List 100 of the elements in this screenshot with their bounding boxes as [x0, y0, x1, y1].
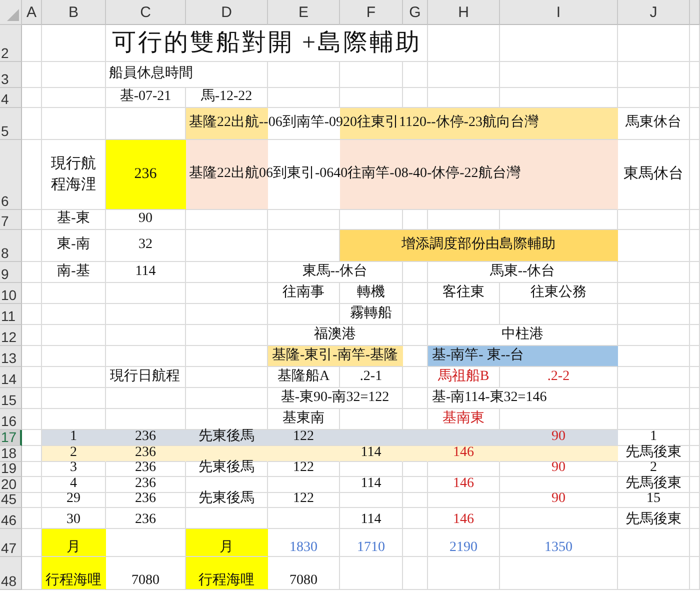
table-cell: [690, 346, 700, 367]
column-header[interactable]: I: [500, 0, 618, 25]
table-cell: [403, 367, 428, 388]
row-header[interactable]: 9: [0, 262, 22, 283]
table-cell: .2-2: [500, 367, 618, 388]
row-header[interactable]: 48: [0, 557, 22, 590]
table-cell: 先馬後東: [618, 477, 690, 493]
table-cell: [22, 493, 42, 508]
table-cell: 146: [428, 508, 500, 529]
table-cell: [42, 108, 106, 140]
table-cell: 船員休息時間: [106, 62, 268, 88]
row-header[interactable]: 4: [0, 88, 22, 108]
row-header[interactable]: 16: [0, 409, 22, 430]
row-header[interactable]: 18: [0, 446, 22, 462]
table-cell: [42, 325, 106, 346]
row-header[interactable]: 7: [0, 210, 22, 230]
table-cell: [690, 88, 700, 108]
table-cell: 東馬休台: [618, 140, 690, 210]
row-header[interactable]: 11: [0, 304, 22, 325]
table-cell: 基隆船A: [268, 367, 340, 388]
table-cell: [618, 409, 690, 430]
row-header[interactable]: 47: [0, 529, 22, 557]
table-cell: [690, 493, 700, 508]
table-cell: [22, 262, 42, 283]
column-header[interactable]: F: [340, 0, 403, 25]
table-cell: 先馬後東: [618, 446, 690, 462]
column-header[interactable]: C: [106, 0, 186, 25]
column-header[interactable]: H: [428, 0, 500, 25]
table-cell: [428, 462, 500, 477]
table-cell: [690, 430, 700, 446]
table-cell: 基隆22出航--06到南竿-0920往東引1120--休停-23航向台灣: [186, 108, 618, 140]
table-cell: [690, 25, 700, 62]
table-cell: [340, 557, 403, 590]
table-cell: [42, 304, 106, 325]
table-cell: 馬東--休台: [428, 262, 618, 283]
table-cell: [618, 230, 690, 262]
table-cell: 146: [428, 446, 500, 462]
table-cell: 7080: [268, 557, 340, 590]
row-header[interactable]: 12: [0, 325, 22, 346]
table-cell: [618, 557, 690, 590]
table-cell: 基-東: [42, 210, 106, 230]
table-cell: 90: [500, 462, 618, 477]
table-cell: [22, 325, 42, 346]
table-cell: [618, 346, 690, 367]
table-cell: [22, 462, 42, 477]
column-header[interactable]: B: [42, 0, 106, 25]
row-header[interactable]: 17: [0, 430, 22, 446]
table-cell: [690, 325, 700, 346]
row-header[interactable]: 45: [0, 493, 22, 508]
table-cell: [42, 388, 106, 409]
table-cell: [618, 304, 690, 325]
table-cell: [22, 304, 42, 325]
row-header[interactable]: 10: [0, 283, 22, 304]
table-cell: 1: [618, 430, 690, 446]
table-cell: 轉機: [340, 283, 403, 304]
table-cell: [22, 62, 42, 88]
row-header[interactable]: 3: [0, 62, 22, 88]
column-header[interactable]: [690, 0, 700, 25]
table-cell: [690, 508, 700, 529]
table-cell: [618, 88, 690, 108]
column-header[interactable]: J: [618, 0, 690, 25]
row-header[interactable]: 15: [0, 388, 22, 409]
column-header[interactable]: E: [268, 0, 340, 25]
row-header[interactable]: 2: [0, 25, 22, 62]
table-cell: [403, 462, 428, 477]
corner-triangle-icon: [7, 9, 19, 21]
table-cell: [268, 62, 340, 88]
table-cell: 先馬後東: [618, 508, 690, 529]
table-cell: [42, 62, 106, 88]
row-header[interactable]: 20: [0, 477, 22, 493]
row-header[interactable]: 14: [0, 367, 22, 388]
row-header[interactable]: 13: [0, 346, 22, 367]
table-cell: 236: [106, 430, 186, 446]
table-cell: 114: [340, 446, 403, 462]
table-cell: 236: [106, 446, 186, 462]
table-cell: [618, 210, 690, 230]
table-cell: .2-1: [340, 367, 403, 388]
column-header[interactable]: D: [186, 0, 268, 25]
table-cell: [690, 529, 700, 557]
table-cell: 馬東休台: [618, 108, 690, 140]
column-header[interactable]: A: [22, 0, 42, 25]
table-cell: [690, 409, 700, 430]
table-cell: 2: [618, 462, 690, 477]
table-cell: 1830: [268, 529, 340, 557]
table-cell: 增添調度部份由島際輔助: [340, 230, 618, 262]
table-cell: 月: [42, 529, 106, 557]
column-header[interactable]: G: [403, 0, 428, 25]
table-cell: [22, 409, 42, 430]
row-header[interactable]: 19: [0, 462, 22, 477]
table-cell: [690, 477, 700, 493]
table-cell: [690, 140, 700, 210]
row-header[interactable]: 8: [0, 230, 22, 262]
table-cell: [340, 493, 403, 508]
row-header[interactable]: 6: [0, 140, 22, 210]
select-all-button[interactable]: [0, 0, 22, 25]
table-cell: 122: [268, 462, 340, 477]
table-cell: [403, 388, 428, 409]
table-cell: [22, 88, 42, 108]
row-header[interactable]: 46: [0, 508, 22, 529]
row-header[interactable]: 5: [0, 108, 22, 140]
